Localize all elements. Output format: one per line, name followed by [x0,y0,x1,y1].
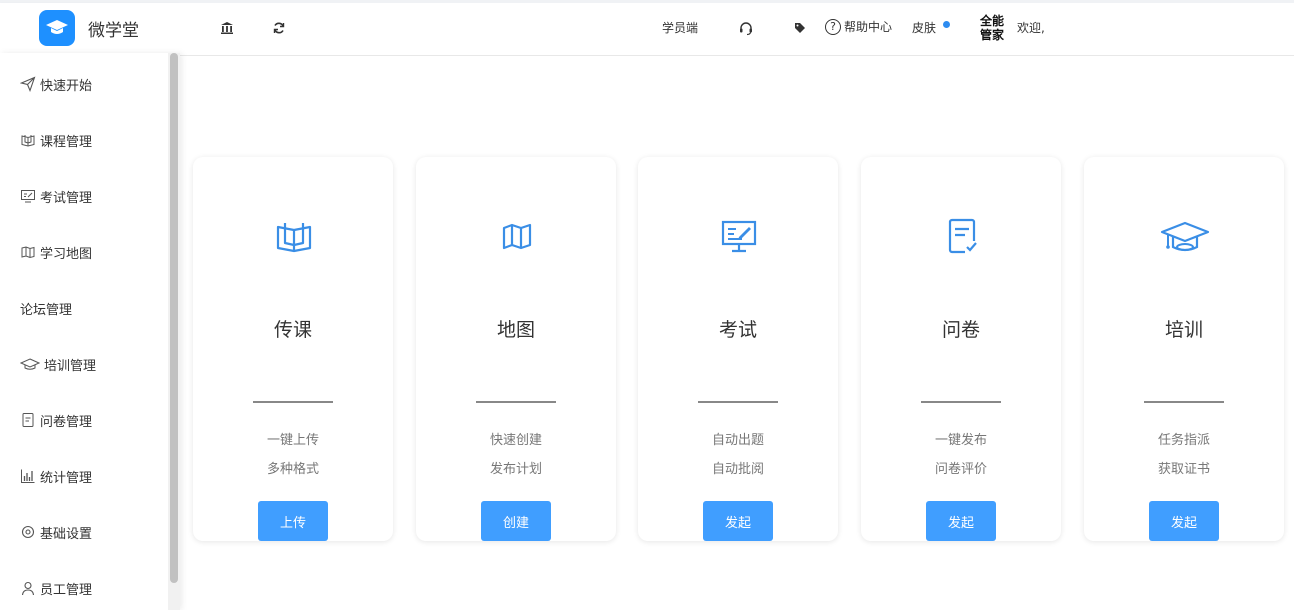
sidebar-item-forum[interactable]: 论坛管理 [0,280,168,336]
card-desc-2: 自动批阅 [711,462,764,477]
card-divider [476,401,556,403]
bar-chart-icon [20,468,36,484]
brand-name: 微学堂 [88,20,139,41]
card-exam: 考试 自动出题 自动批阅 发起 [638,157,838,541]
card-training: 培训 任务指派 获取证书 发起 [1084,157,1284,541]
upload-button[interactable]: 上传 [258,501,328,541]
sidebar-item-label: 基础设置 [40,526,93,542]
manager-label[interactable]: 全能 管家 [979,14,1005,42]
launch-survey-button[interactable]: 发起 [926,501,996,541]
launch-training-button[interactable]: 发起 [1149,501,1219,541]
sidebar-item-label: 员工管理 [40,582,93,598]
graduation-cap-icon [20,356,40,372]
card-desc-1: 一键上传 [266,433,319,448]
card-map-create: 地图 快速创建 发布计划 创建 [416,157,616,541]
help-center-label: 帮助中心 [844,20,893,34]
sidebar-item-training[interactable]: 培训管理 [0,336,168,392]
survey-icon [943,217,981,255]
sidebar-item-employees[interactable]: 员工管理 [0,560,168,610]
exam-icon [20,188,36,204]
card-title: 传课 [273,319,312,341]
sidebar-item-label: 问卷管理 [40,414,93,430]
book-icon [20,132,36,148]
sidebar-item-settings[interactable]: 基础设置 [0,504,168,560]
book-icon [275,217,313,255]
document-icon [20,412,36,428]
sidebar-item-label: 考试管理 [40,190,93,206]
card-desc-2: 问卷评价 [934,462,987,477]
card-divider [921,401,1001,403]
brand[interactable]: 微学堂 [0,3,180,53]
card-desc-1: 任务指派 [1157,433,1210,448]
card-desc-2: 发布计划 [489,462,542,477]
refresh-icon[interactable] [271,20,287,36]
skin-badge-dot [943,21,950,28]
sidebar-item-label: 快速开始 [40,78,93,94]
student-portal-link[interactable]: 学员端 [662,20,698,36]
sidebar: 快速开始 课程管理 考试管理 学习地图 论坛管理 培训管理 问卷管理 统计管理 … [0,53,180,610]
card-title: 培训 [1164,319,1203,341]
card-desc-1: 自动出题 [711,433,764,448]
help-icon: ? [825,18,841,35]
sidebar-item-label: 论坛管理 [20,302,73,318]
sidebar-item-quick-start[interactable]: 快速开始 [0,56,168,112]
sidebar-item-label: 课程管理 [40,134,93,150]
card-title: 考试 [718,319,757,341]
help-center-link[interactable]: ? 帮助中心 [825,18,892,35]
sidebar-item-course[interactable]: 课程管理 [0,112,168,168]
card-divider [698,401,778,403]
card-divider [1144,401,1224,403]
user-icon [20,580,36,596]
sidebar-item-survey[interactable]: 问卷管理 [0,392,168,448]
card-desc-2: 多种格式 [266,462,319,477]
sidebar-scrollbar-thumb[interactable] [170,53,178,583]
paper-plane-icon [20,76,36,92]
graduation-cap-icon [1160,217,1210,255]
sidebar-item-label: 学习地图 [40,246,93,262]
card-survey: 问卷 一键发布 问卷评价 发起 [861,157,1061,541]
card-title: 地图 [496,319,535,341]
create-button[interactable]: 创建 [481,501,551,541]
sidebar-item-learning-map[interactable]: 学习地图 [0,224,168,280]
exam-icon [720,217,758,255]
bank-icon[interactable] [219,20,235,36]
graduation-cap-logo-icon [39,10,75,46]
card-desc-1: 一键发布 [934,433,987,448]
map-icon [20,244,36,260]
launch-exam-button[interactable]: 发起 [703,501,773,541]
card-desc-1: 快速创建 [489,433,542,448]
map-icon [498,217,536,255]
card-desc-2: 获取证书 [1157,462,1210,477]
card-course-upload: 传课 一键上传 多种格式 上传 [193,157,393,541]
top-header: 学员端 ? 帮助中心 皮肤 全能 管家 欢迎, [180,3,1294,56]
skin-link[interactable]: 皮肤 [912,20,936,36]
headset-icon[interactable] [738,20,754,36]
settings-icon [20,524,36,540]
manager-line1: 全能 [979,14,1004,28]
sidebar-item-statistics[interactable]: 统计管理 [0,448,168,504]
welcome-text: 欢迎, [1017,21,1045,35]
sidebar-item-label: 统计管理 [40,470,93,486]
card-divider [253,401,333,403]
sidebar-item-exam[interactable]: 考试管理 [0,168,168,224]
manager-line2: 管家 [979,28,1004,42]
card-title: 问卷 [941,319,980,341]
tag-icon[interactable] [792,20,808,36]
sidebar-item-label: 培训管理 [44,358,97,374]
